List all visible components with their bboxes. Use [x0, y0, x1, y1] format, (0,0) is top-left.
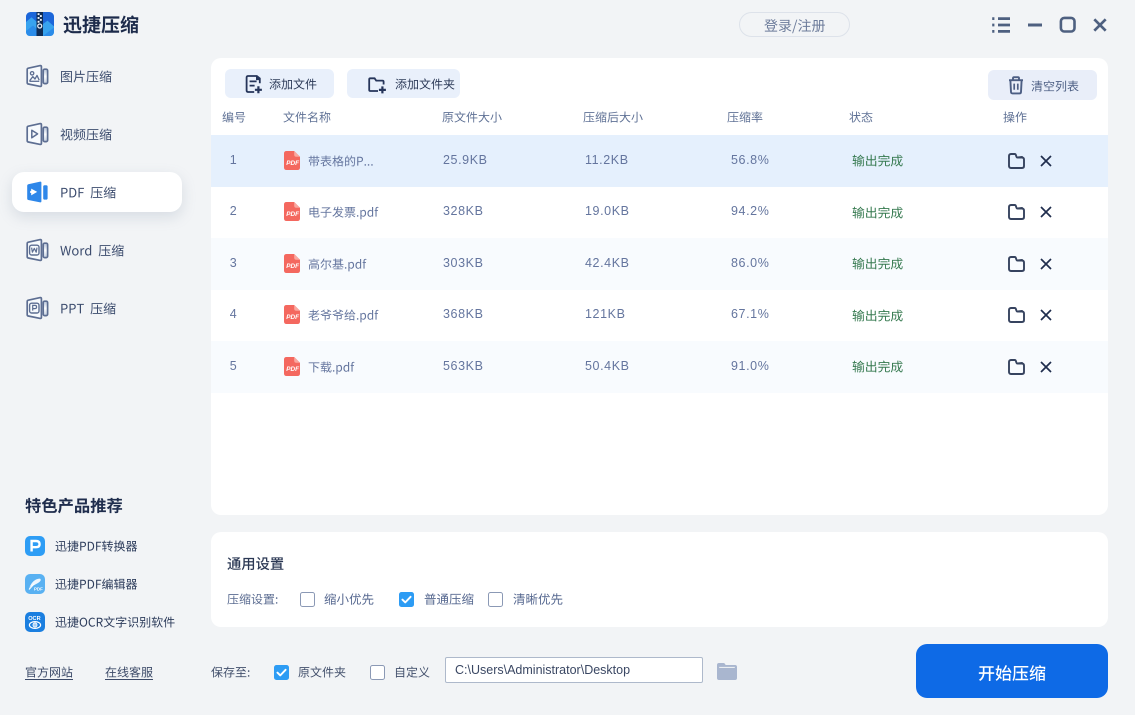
svg-text:PDF: PDF: [286, 160, 300, 167]
svg-text:PDF: PDF: [286, 211, 300, 218]
svg-text:PDF: PDF: [34, 586, 43, 591]
svg-text:PDF: PDF: [286, 314, 300, 321]
svg-text:PDF: PDF: [286, 263, 300, 270]
svg-text:PDF: PDF: [286, 366, 300, 373]
